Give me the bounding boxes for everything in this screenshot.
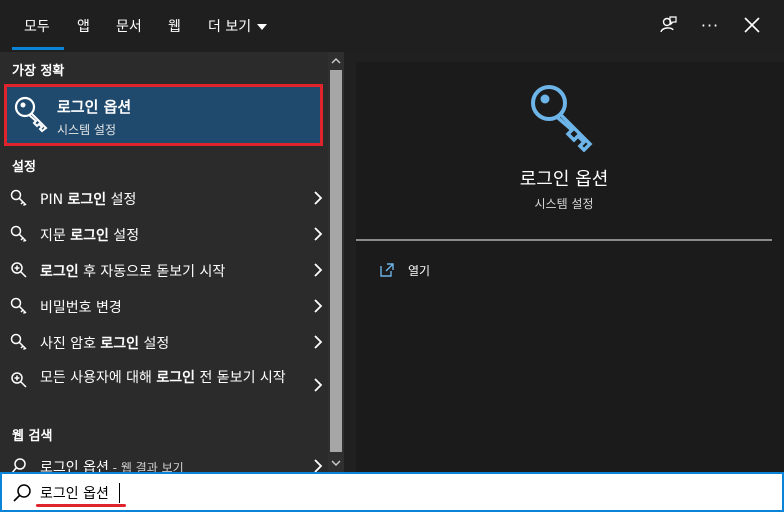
open-icon [380,263,394,277]
key-icon [10,333,27,351]
list-item-label: 로그인 옵션 - 웹 결과 보기 [40,460,184,472]
detail-title: 로그인 옵션 [519,169,609,190]
chevron-right-icon[interactable] [313,191,323,205]
list-item-label: 비밀번호 변경 [40,300,122,316]
results-scrollbar[interactable] [328,52,344,472]
list-item-picture-password[interactable]: 사진 암호 로그인 설정 [0,324,330,360]
section-header-web-search: 웹 검색 [12,429,53,444]
open-action-label: 열기 [408,263,431,278]
tab-more-label: 더 보기 [208,19,252,35]
list-item-pin-signin[interactable]: PIN 로그인 설정 [0,180,330,216]
chevron-right-icon[interactable] [313,227,323,241]
list-item-fingerprint-signin[interactable]: 지문 로그인 설정 [0,216,330,252]
open-action[interactable]: 열기 [380,260,430,280]
search-icon [11,458,26,472]
list-item-label: 모든 사용자에 대해 로그인 전 돋보기 시작 [40,370,286,386]
list-item-label: 지문 로그인 설정 [40,228,140,244]
magnifier-icon [11,262,27,278]
scroll-down-arrow-icon[interactable] [328,456,344,470]
tab-all[interactable]: 모두 [24,16,50,36]
list-item-label: PIN 로그인 설정 [40,192,137,208]
chevron-down-icon [257,24,268,30]
search-input[interactable] [40,482,740,504]
best-match-subtitle: 시스템 설정 [57,123,117,137]
search-icon [13,484,31,502]
section-header-settings: 설정 [12,160,36,175]
search-scope-tabs: 모두 앱 문서 웹 더 보기 ··· [0,0,784,52]
scroll-up-arrow-icon[interactable] [328,54,344,68]
chevron-right-icon[interactable] [313,378,323,392]
tab-documents[interactable]: 문서 [116,16,142,36]
key-icon [10,225,27,243]
magnifier-icon [11,372,27,388]
tab-apps[interactable]: 앱 [77,16,90,36]
best-match-title: 로그인 옵션 [57,98,132,116]
chevron-right-icon[interactable] [313,299,323,313]
chevron-right-icon[interactable] [313,263,323,277]
list-item-label: 로그인 후 자동으로 돋보기 시작 [40,264,226,280]
active-tab-indicator [12,47,64,50]
list-item-magnifier-before-signin[interactable]: 모든 사용자에 대해 로그인 전 돋보기 시작 [0,362,330,408]
list-item-change-password[interactable]: 비밀번호 변경 [0,288,330,324]
chevron-right-icon[interactable] [313,335,323,349]
feedback-icon[interactable] [657,14,679,36]
results-list: 가장 정확 로그인 옵션 시스템 설정 설정 PIN 로그인 설정 지문 로그인… [0,52,344,472]
key-icon [531,85,593,152]
key-icon [10,297,27,315]
key-icon [14,96,48,133]
close-icon[interactable] [741,14,763,36]
detail-subtitle: 시스템 설정 [534,197,594,211]
text-cursor [119,483,120,503]
search-box[interactable] [0,472,784,512]
tab-more[interactable]: 더 보기 [208,16,268,36]
input-annotation-underline [36,504,126,507]
chevron-right-icon[interactable] [313,459,323,472]
tab-web[interactable]: 웹 [168,16,181,36]
list-item-magnifier-after-signin[interactable]: 로그인 후 자동으로 돋보기 시작 [0,252,330,288]
list-item-label: 사진 암호 로그인 설정 [40,336,170,352]
key-icon [10,189,27,207]
scrollbar-thumb[interactable] [330,70,342,452]
section-header-best-match: 가장 정확 [12,64,65,79]
list-item-web-result[interactable]: 로그인 옵션 - 웹 결과 보기 [0,448,330,472]
detail-pane: 로그인 옵션 시스템 설정 열기 [356,62,784,472]
divider [356,239,772,241]
more-options-icon[interactable]: ··· [699,14,721,36]
best-match-result[interactable]: 로그인 옵션 시스템 설정 [4,84,323,146]
